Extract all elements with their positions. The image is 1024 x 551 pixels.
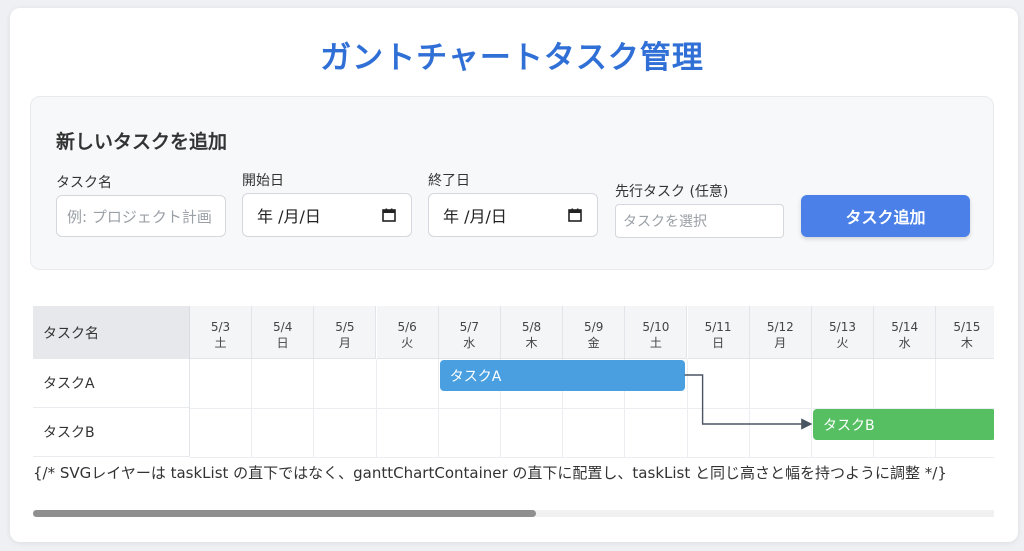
task-name-input[interactable]: 例: プロジェクト計画 bbox=[56, 195, 226, 237]
predecessor-label: 先行タスク (任意) bbox=[615, 184, 729, 200]
code-comment-text: {/* SVGレイヤーは taskList の直下ではなく、ganttChart… bbox=[33, 464, 947, 482]
page-title: ガントチャートタスク管理 bbox=[320, 40, 704, 76]
task-name-label: タスク名 bbox=[56, 175, 112, 191]
add-task-button[interactable]: タスク追加 bbox=[801, 195, 970, 237]
dependency-arrow bbox=[684, 374, 813, 430]
start-date-value: 年 /月/日 bbox=[257, 207, 321, 226]
add-task-panel: 新しいタスクを追加 タスク名 例: プロジェクト計画 開始日 年 /月/日 終了… bbox=[30, 96, 994, 270]
predecessor-select[interactable]: タスクを選択 bbox=[615, 204, 784, 238]
horizontal-scrollbar[interactable] bbox=[33, 510, 994, 517]
calendar-icon[interactable] bbox=[381, 207, 397, 223]
end-date-value: 年 /月/日 bbox=[443, 207, 507, 226]
dependency-layer bbox=[684, 374, 813, 430]
add-task-heading: 新しいタスクを追加 bbox=[56, 131, 228, 153]
gantt-chart: タスク名 5/3 土 5/4 日 5/5 月 5/6 火 5/7 水 5/8 木 5/9 金 5/10 土 5/… bbox=[33, 303, 994, 518]
start-date-input[interactable]: 年 /月/日 bbox=[242, 193, 412, 237]
end-date-label: 終了日 bbox=[428, 173, 470, 189]
calendar-icon[interactable] bbox=[567, 207, 583, 223]
scrollbar-thumb[interactable] bbox=[33, 510, 536, 517]
start-date-label: 開始日 bbox=[242, 173, 284, 189]
end-date-input[interactable]: 年 /月/日 bbox=[428, 193, 598, 237]
